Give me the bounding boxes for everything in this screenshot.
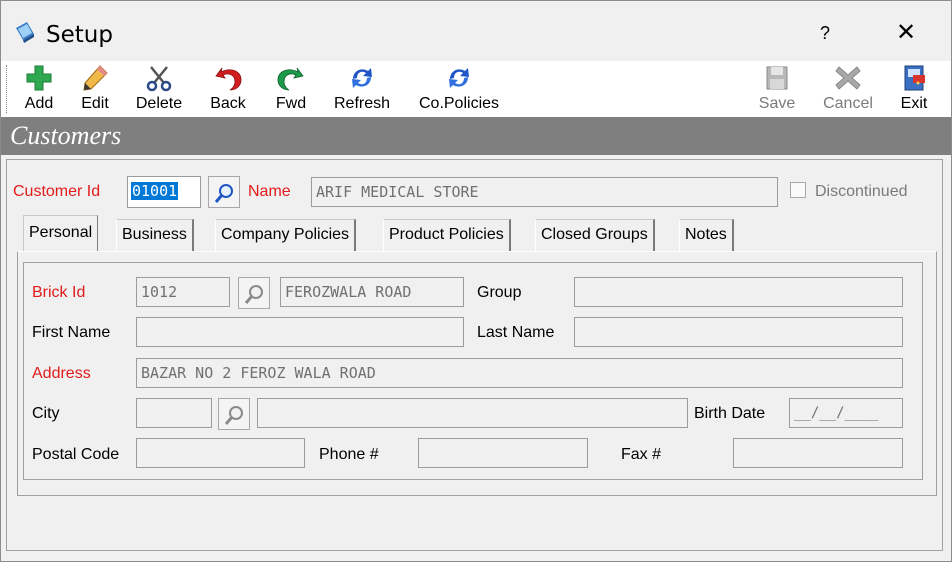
- birth-date-input[interactable]: __/__/____: [789, 398, 903, 428]
- last-name-input[interactable]: [574, 317, 903, 347]
- customer-id-selection: 01001: [131, 182, 179, 200]
- name-label: Name: [248, 183, 291, 200]
- save-label: Save: [758, 95, 796, 112]
- pencil-icon: [83, 65, 108, 91]
- back-button[interactable]: Back: [205, 63, 251, 115]
- postal-code-label: Postal Code: [32, 446, 120, 463]
- customer-id-input[interactable]: 01001: [127, 176, 201, 208]
- customer-lookup-button[interactable]: [208, 176, 240, 208]
- tab-company-policies[interactable]: Company Policies: [215, 219, 357, 251]
- exit-door-icon: [904, 65, 925, 91]
- tab-business[interactable]: Business: [116, 219, 194, 251]
- magnifier-icon: [224, 406, 243, 425]
- delete-button[interactable]: Delete: [129, 63, 189, 115]
- co-policies-button[interactable]: Co.Policies: [411, 63, 507, 115]
- fax-input[interactable]: [733, 438, 903, 468]
- redo-arrow-icon: [277, 67, 304, 91]
- group-input[interactable]: [574, 277, 903, 307]
- tab-product-policies[interactable]: Product Policies: [383, 219, 511, 251]
- customer-id-label: Customer Id: [13, 183, 101, 200]
- magnifier-icon: [244, 285, 263, 304]
- toolbar-grip[interactable]: [6, 65, 9, 113]
- section-title: Customers: [10, 121, 122, 150]
- floppy-disk-icon: [766, 66, 788, 90]
- city-name-input[interactable]: [257, 398, 688, 428]
- birth-date-label: Birth Date: [694, 405, 766, 422]
- cancel-button[interactable]: Cancel: [815, 63, 881, 115]
- window-title: Setup: [46, 22, 113, 48]
- last-name-label: Last Name: [477, 324, 555, 341]
- discontinued-label: Discontinued: [815, 183, 908, 200]
- save-button[interactable]: Save: [753, 63, 801, 115]
- brick-name-input[interactable]: FEROZWALA ROAD: [280, 277, 464, 307]
- add-button[interactable]: Add: [19, 63, 59, 115]
- add-label: Add: [24, 95, 54, 112]
- first-name-label: First Name: [32, 324, 111, 341]
- tab-notes[interactable]: Notes: [679, 219, 734, 251]
- exit-button[interactable]: Exit: [895, 63, 933, 115]
- refresh-policies-icon: [449, 68, 469, 88]
- brick-lookup-button[interactable]: [238, 277, 270, 309]
- scissors-icon: [146, 66, 172, 92]
- refresh-label: Refresh: [333, 95, 391, 112]
- section-header: [1, 117, 951, 155]
- brick-id-label: Brick Id: [32, 284, 86, 301]
- fax-label: Fax #: [621, 446, 662, 463]
- refresh-button[interactable]: Refresh: [327, 63, 397, 115]
- city-code-input[interactable]: [136, 398, 212, 428]
- back-label: Back: [210, 95, 246, 112]
- name-input[interactable]: ARIF MEDICAL STORE: [311, 177, 778, 207]
- app-icon: [16, 22, 34, 43]
- close-button[interactable]: ✕: [886, 17, 926, 49]
- tab-closed-groups[interactable]: Closed Groups: [535, 219, 655, 251]
- magnifier-icon: [214, 184, 233, 203]
- forward-button[interactable]: Fwd: [269, 63, 313, 115]
- setup-window: Setup ? ✕ Add Edit Delete Back Fwd Refre…: [0, 0, 952, 562]
- city-label: City: [32, 405, 60, 422]
- help-button[interactable]: ?: [807, 17, 843, 49]
- first-name-input[interactable]: [136, 317, 464, 347]
- co-policies-label: Co.Policies: [418, 95, 500, 112]
- city-lookup-button[interactable]: [218, 398, 250, 430]
- phone-input[interactable]: [418, 438, 588, 468]
- toolbar: Add Edit Delete Back Fwd Refresh Co.Poli…: [1, 61, 951, 117]
- cancel-label: Cancel: [823, 95, 873, 112]
- x-cancel-icon: [835, 66, 861, 90]
- fwd-label: Fwd: [275, 95, 307, 112]
- undo-arrow-icon: [215, 67, 242, 91]
- refresh-icon: [352, 68, 372, 88]
- group-label: Group: [477, 284, 522, 301]
- address-input[interactable]: BAZAR NO 2 FEROZ WALA ROAD: [136, 358, 903, 388]
- brick-id-input[interactable]: 1012: [136, 277, 230, 307]
- exit-label: Exit: [900, 95, 928, 112]
- delete-label: Delete: [135, 95, 183, 112]
- address-label: Address: [32, 365, 91, 382]
- postal-code-input[interactable]: [136, 438, 305, 468]
- phone-label: Phone #: [319, 446, 379, 463]
- plus-icon: [26, 65, 52, 91]
- tab-personal[interactable]: Personal: [23, 215, 99, 253]
- edit-label: Edit: [81, 95, 109, 112]
- edit-button[interactable]: Edit: [75, 63, 115, 115]
- discontinued-checkbox[interactable]: [790, 182, 806, 198]
